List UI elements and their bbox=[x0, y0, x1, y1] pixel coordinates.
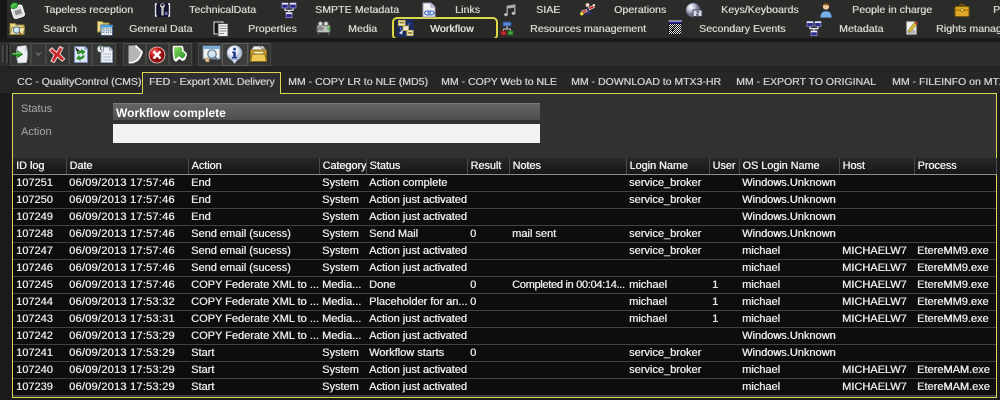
svg-text:2: 2 bbox=[696, 11, 700, 18]
